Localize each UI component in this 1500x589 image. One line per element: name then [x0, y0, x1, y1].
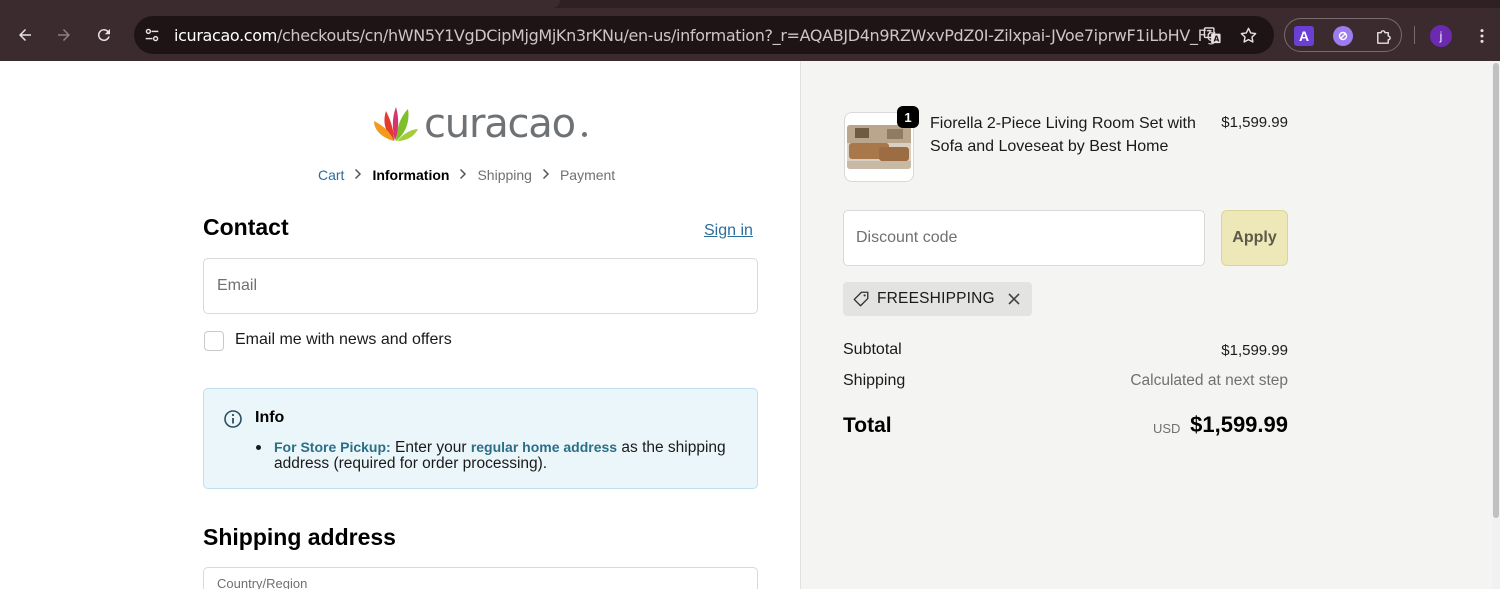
store-pickup-info-box: Info For Store Pickup: Enter your regula…	[203, 388, 758, 489]
toolbar-separator	[1414, 26, 1415, 44]
email-field[interactable]	[203, 258, 758, 314]
profile-initial: j	[1439, 29, 1443, 43]
tag-icon	[853, 291, 869, 307]
info-title: Info	[255, 409, 285, 426]
curacao-logo[interactable]: curacao	[372, 101, 592, 147]
remove-discount-icon[interactable]	[1006, 291, 1022, 307]
translate-icon[interactable]: A	[1202, 25, 1222, 45]
info-text: For Store Pickup: Enter your regular hom…	[256, 439, 726, 472]
site-info-icon[interactable]	[142, 25, 162, 45]
product-price: $1,599.99	[1221, 114, 1288, 131]
chevron-right-icon	[542, 168, 550, 183]
breadcrumb: Cart Information Shipping Payment	[318, 166, 615, 183]
info-icon	[224, 410, 242, 428]
subtotal-label: Subtotal	[843, 341, 902, 358]
info-list-item: For Store Pickup: Enter your regular hom…	[256, 439, 726, 472]
shipping-address-heading: Shipping address	[203, 524, 396, 550]
bullet	[256, 445, 261, 450]
extensions-puzzle-icon[interactable]	[1373, 26, 1393, 46]
chevron-right-icon	[459, 168, 467, 183]
bookmark-star-icon[interactable]	[1238, 25, 1258, 45]
url-host: icuracao.com	[174, 26, 277, 45]
info-highlight-pickup: For Store Pickup:	[274, 439, 391, 455]
svg-text:A: A	[1213, 34, 1219, 43]
url-text: icuracao.com/checkouts/cn/hWN5Y1VgDCipMj…	[174, 26, 1217, 45]
extension-a-icon[interactable]: A	[1294, 26, 1314, 46]
extensions-group: A	[1284, 18, 1402, 52]
total-amount: $1,599.99	[1190, 412, 1288, 437]
product-name: Fiorella 2-Piece Living Room Set with So…	[930, 115, 1196, 155]
profile-avatar[interactable]: j	[1430, 25, 1452, 47]
discount-code-field[interactable]	[843, 210, 1205, 266]
total-currency: USD	[1153, 421, 1181, 436]
product-image	[847, 125, 911, 169]
curacao-leaf-icon	[374, 107, 418, 141]
info-text-part1: Enter your	[390, 439, 471, 456]
sign-in-link[interactable]: Sign in	[704, 222, 753, 240]
page-scrollbar[interactable]	[1492, 61, 1500, 589]
apply-discount-button[interactable]: Apply	[1221, 210, 1288, 266]
browser-toolbar: icuracao.com/checkouts/cn/hWN5Y1VgDCipMj…	[0, 0, 1500, 61]
url-path: /checkouts/cn/hWN5Y1VgDCipMjgMjKn3rKNu/e…	[276, 26, 1217, 45]
address-bar[interactable]: icuracao.com/checkouts/cn/hWN5Y1VgDCipMj…	[134, 16, 1274, 54]
tab-strip	[0, 0, 1500, 8]
subtotal-value: $1,599.99	[1221, 342, 1288, 359]
email-input[interactable]	[204, 259, 757, 313]
breadcrumb-payment: Payment	[559, 167, 616, 184]
reload-icon[interactable]	[91, 22, 117, 48]
country-region-label: Country/Region	[217, 576, 308, 589]
extension-a-letter: A	[1298, 28, 1310, 44]
logo-registered-dot	[582, 132, 587, 137]
discount-code-label: FREESHIPPING	[877, 290, 995, 307]
extension-b-icon[interactable]	[1333, 26, 1353, 46]
contact-heading: Contact	[203, 214, 289, 240]
country-region-select[interactable]: Country/Region	[203, 567, 758, 589]
applied-discount-tag: FREESHIPPING	[843, 282, 1032, 316]
total-label: Total	[843, 414, 892, 437]
breadcrumb-shipping: Shipping	[477, 167, 532, 184]
browser-menu-icon[interactable]	[1470, 24, 1494, 48]
forward-icon[interactable]	[51, 22, 77, 48]
shipping-label: Shipping	[843, 372, 906, 389]
newsletter-label[interactable]: Email me with news and offers	[235, 331, 452, 349]
active-tab-edge[interactable]	[0, 0, 560, 8]
newsletter-checkbox[interactable]	[204, 331, 224, 351]
back-icon[interactable]	[12, 22, 38, 48]
breadcrumb-information: Information	[372, 167, 450, 184]
checkout-main: curacao Cart Information Shipping Payment C…	[0, 61, 800, 589]
discount-code-input[interactable]	[844, 211, 1204, 265]
breadcrumb-cart[interactable]: Cart	[318, 167, 344, 183]
info-highlight-address: regular home address	[470, 439, 618, 455]
shipping-value: Calculated at next step	[1130, 372, 1288, 389]
quantity-badge: 1	[897, 106, 919, 128]
chevron-right-icon	[354, 168, 362, 183]
logo-wordmark: curacao	[424, 101, 576, 147]
scrollbar-thumb[interactable]	[1493, 63, 1499, 518]
checkout-page: curacao Cart Information Shipping Payment C…	[0, 61, 1500, 589]
